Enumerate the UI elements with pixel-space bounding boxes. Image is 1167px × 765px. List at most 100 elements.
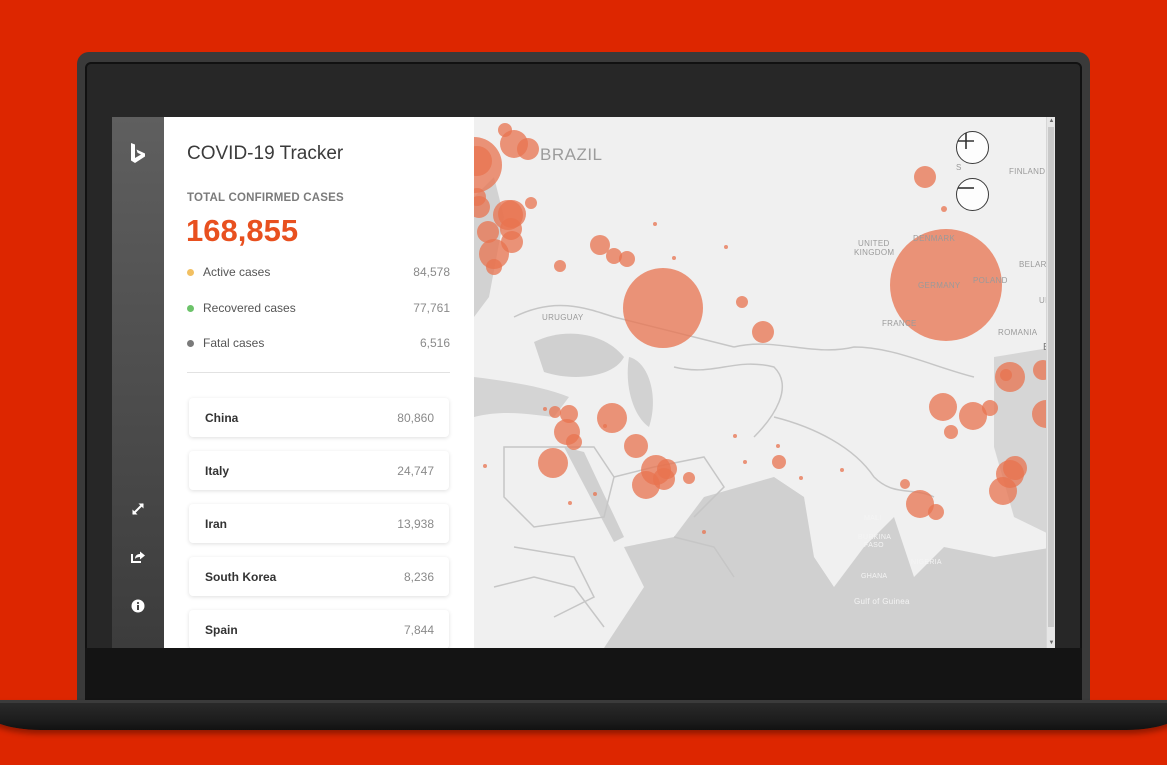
map-label-country: GHANA [861,573,888,580]
case-bubble[interactable] [483,464,487,468]
country-name: Italy [205,463,230,478]
case-bubble[interactable] [593,492,597,496]
case-bubble[interactable] [900,479,910,489]
case-bubble[interactable] [1003,456,1027,480]
case-bubble[interactable] [941,206,947,212]
world-map[interactable]: BRAZIL URUGUAY FINLAND S UNITED KINGDOM … [474,117,1055,648]
case-bubble[interactable] [702,530,706,534]
scroll-up-icon[interactable]: ▲ [1047,117,1055,126]
map-label-country: FASO [864,542,884,549]
case-bubble[interactable] [498,123,512,137]
stat-label: Recovered cases [203,301,296,315]
tracker-panel: COVID-19 Tracker TOTAL CONFIRMED CASES 1… [164,117,474,648]
total-cases-label: TOTAL CONFIRMED CASES [187,192,344,204]
case-bubble[interactable] [799,476,803,480]
case-bubble[interactable] [568,501,572,505]
stat-recovered: Recovered cases 77,761 [187,299,450,317]
case-bubble[interactable] [982,400,998,416]
case-bubble[interactable] [733,434,737,438]
case-bubble[interactable] [619,251,635,267]
country-card-italy[interactable]: Italy 24,747 [189,451,449,490]
map-label-country: S [956,163,962,172]
scroll-down-icon[interactable]: ▼ [1047,639,1055,648]
case-bubble[interactable] [683,472,695,484]
divider [187,372,450,373]
case-bubble[interactable] [493,200,523,230]
map-label-country: MALI [864,515,882,522]
case-bubble[interactable] [597,403,627,433]
case-bubble[interactable] [906,490,934,518]
expand-button[interactable] [126,499,150,523]
map-label-country: POLAND [973,276,1008,285]
country-name: Spain [205,622,238,637]
case-bubble[interactable] [672,256,676,260]
laptop-bottom-bezel [85,648,1082,704]
case-bubble[interactable] [517,138,539,160]
water-indian-ocean [604,477,1055,648]
case-bubble[interactable] [989,477,1017,505]
stat-label: Active cases [203,265,271,279]
case-bubble[interactable] [623,268,703,348]
country-card-iran[interactable]: Iran 13,938 [189,504,449,543]
map-label-country: GERMANY [918,281,961,290]
case-bubble[interactable] [486,259,502,275]
country-card-spain[interactable]: Spain 7,844 [189,610,449,648]
case-bubble[interactable] [653,468,675,490]
case-bubble[interactable] [772,455,786,469]
case-bubble[interactable] [538,448,568,478]
case-bubble[interactable] [543,407,547,411]
map-label-country: KINGDOM [854,248,895,257]
case-bubble[interactable] [929,393,957,421]
country-count: 80,860 [397,410,434,425]
share-icon [130,550,146,569]
water-caspian [627,357,653,427]
case-bubble[interactable] [776,444,780,448]
scroll-thumb[interactable] [1048,127,1054,627]
case-bubble[interactable] [944,425,958,439]
water-black-sea [534,333,624,377]
map-label-country: UNITED [858,239,890,248]
stat-value: 77,761 [413,301,450,315]
country-count: 7,844 [403,622,434,637]
case-bubble[interactable] [566,434,582,450]
case-bubble[interactable] [525,197,537,209]
info-button[interactable] [126,596,150,620]
case-bubble[interactable] [1000,369,1012,381]
case-bubble[interactable] [554,260,566,272]
case-bubble[interactable] [840,468,844,472]
case-bubble[interactable] [752,321,774,343]
laptop-base [0,700,1167,730]
app-screen: COVID-19 Tracker TOTAL CONFIRMED CASES 1… [112,117,1055,648]
country-count: 13,938 [397,516,434,531]
fatal-dot-icon [187,339,194,347]
case-bubble[interactable] [590,235,610,255]
case-bubble[interactable] [736,296,748,308]
bing-logo-icon[interactable] [127,141,149,167]
share-button[interactable] [126,547,150,571]
case-bubble[interactable] [914,166,936,188]
stat-label: Fatal cases [203,336,265,350]
map-scrollbar[interactable]: ▲ ▼ [1046,117,1055,648]
stat-value: 84,578 [413,265,450,279]
stat-active: Active cases 84,578 [187,263,450,281]
country-card-china[interactable]: China 80,860 [189,398,449,437]
case-bubble[interactable] [549,406,561,418]
country-count: 24,747 [397,463,434,478]
active-dot-icon [187,268,194,276]
country-count: 8,236 [403,569,434,584]
expand-icon [131,502,145,521]
map-label-country: ROMANIA [998,328,1038,337]
zoom-in-button[interactable] [956,131,989,164]
case-bubble[interactable] [724,245,728,249]
case-bubble[interactable] [653,222,657,226]
map-label-country: BRAZIL [540,145,603,164]
side-rail [112,117,164,648]
stat-fatal: Fatal cases 6,516 [187,334,450,352]
country-card-south-korea[interactable]: South Korea 8,236 [189,557,449,596]
page-title: COVID-19 Tracker [187,143,344,164]
case-bubble[interactable] [624,434,648,458]
case-bubble[interactable] [743,460,747,464]
zoom-out-button[interactable] [956,178,989,211]
map-label-country: URUGUAY [542,313,584,322]
map-label-sea: Gulf of Guinea [854,597,910,606]
